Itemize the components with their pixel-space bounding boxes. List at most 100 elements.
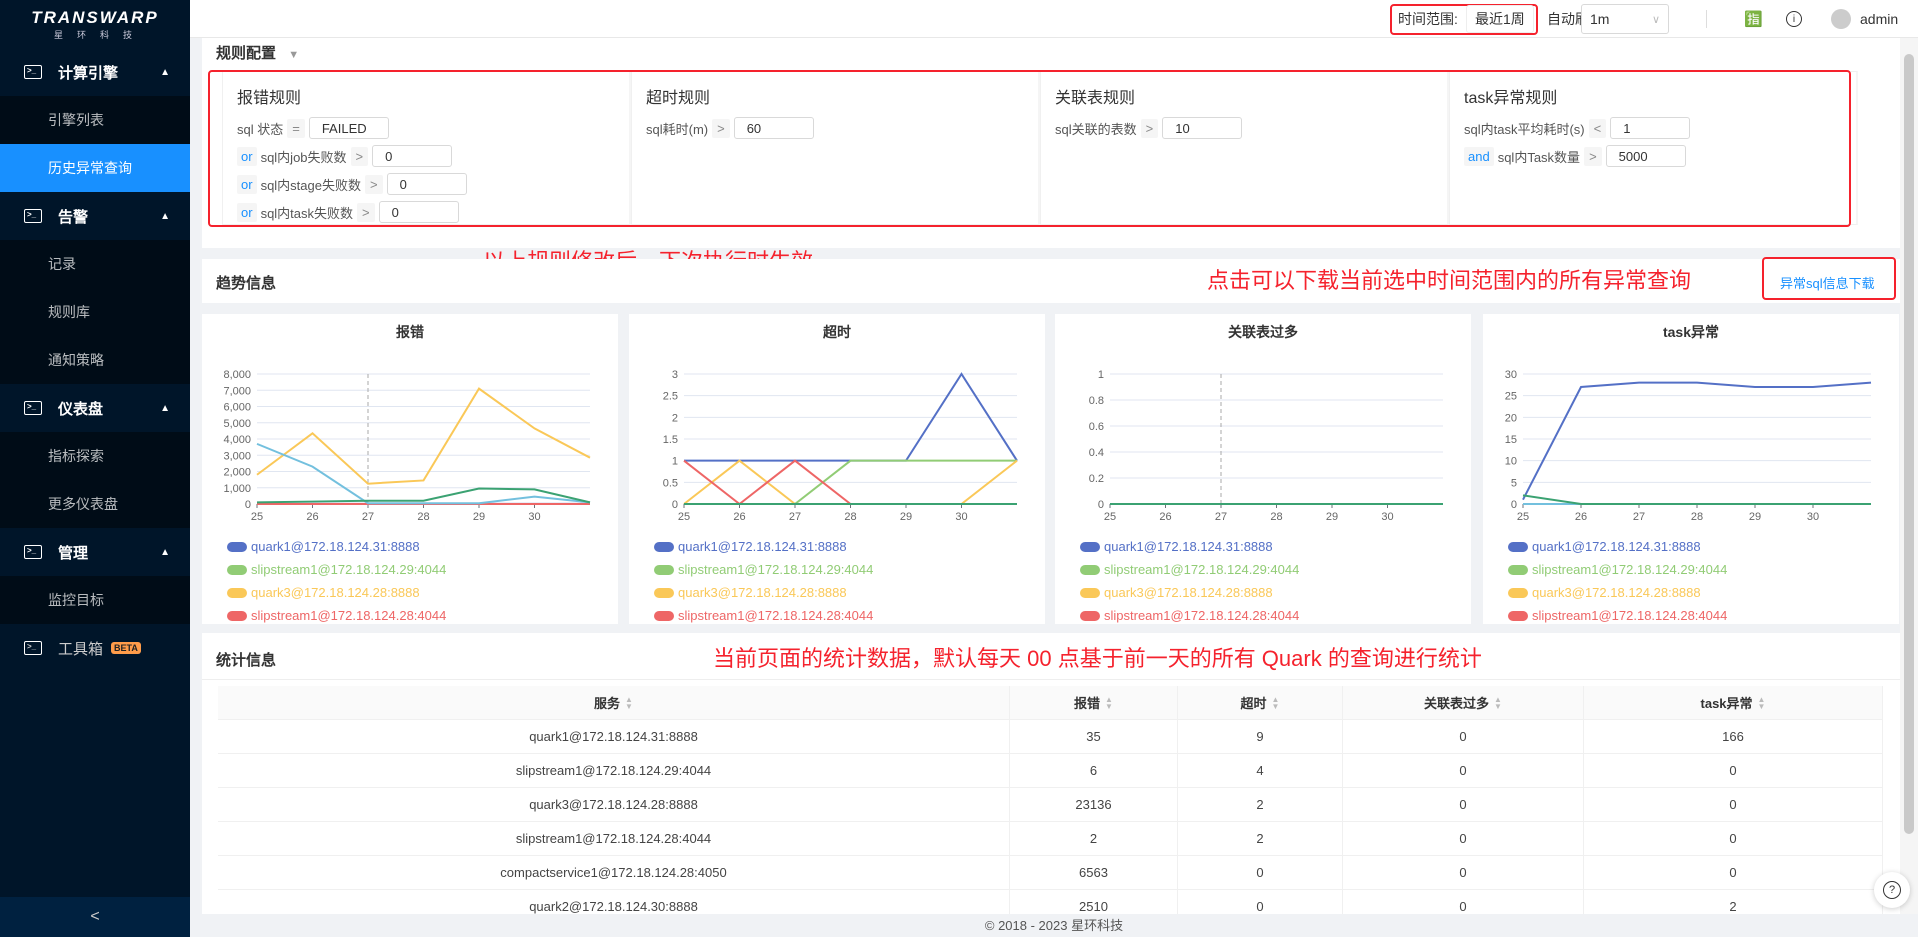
- x-tick-label: 25: [251, 511, 263, 523]
- table-cell: 0: [1584, 822, 1883, 855]
- info-icon[interactable]: i: [1786, 11, 1802, 27]
- legend-item[interactable]: quark3@172.18.124.28:8888: [1080, 585, 1273, 600]
- sidebar-item[interactable]: 通知策略: [0, 336, 190, 384]
- sidebar-group-0[interactable]: >_ 计算引擎 ▲: [0, 48, 190, 96]
- legend-item[interactable]: slipstream1@172.18.124.28:4044: [1508, 608, 1727, 623]
- y-tick-label: 1.5: [663, 434, 678, 446]
- x-tick-label: 26: [1159, 511, 1171, 523]
- sidebar-group-2[interactable]: >_ 仪表盘 ▲: [0, 384, 190, 432]
- annotation-text: 点击可以下载当前选中时间范围内的所有异常查询: [1207, 268, 1692, 293]
- legend-swatch: [227, 610, 247, 621]
- legend-item[interactable]: slipstream1@172.18.124.28:4044: [654, 608, 873, 623]
- sidebar-group-3[interactable]: >_ 管理 ▲: [0, 528, 190, 576]
- sidebar: TRANSWARP 星环科技 >_ 计算引擎 ▲ 引擎列表 历史异常查询 >_ 告警 ▲ 记录规…: [0, 0, 190, 937]
- table-row: slipstream1@172.18.124.29:4044 6 4 0 0: [218, 754, 1883, 788]
- sort-icon[interactable]: ▲ ▼: [1494, 695, 1502, 710]
- table-cell: 0: [1343, 890, 1584, 914]
- legend-item[interactable]: slipstream1@172.18.124.29:4044: [654, 562, 873, 577]
- sort-icon[interactable]: ▲ ▼: [1758, 695, 1766, 710]
- sidebar-item[interactable]: 监控目标: [0, 576, 190, 624]
- y-tick-label: 0: [245, 499, 251, 511]
- caret-down-icon[interactable]: ▼: [288, 49, 299, 61]
- x-tick-label: 28: [1270, 511, 1282, 523]
- y-tick-label: 7,000: [223, 385, 251, 397]
- legend-item[interactable]: slipstream1@172.18.124.29:4044: [227, 562, 446, 577]
- avatar[interactable]: [1831, 9, 1851, 29]
- table-cell: 6563: [1010, 856, 1178, 889]
- legend-item[interactable]: slipstream1@172.18.124.29:4044: [1080, 562, 1299, 577]
- y-tick-label: 20: [1505, 412, 1517, 424]
- table-cell: 166: [1584, 720, 1883, 753]
- legend-item[interactable]: quark3@172.18.124.28:8888: [1508, 585, 1701, 600]
- y-tick-label: 1: [1098, 369, 1104, 381]
- legend-swatch: [1080, 564, 1100, 575]
- table-cell: 2: [1010, 822, 1178, 855]
- y-tick-label: 2: [672, 412, 678, 424]
- table-cell: 4: [1178, 754, 1343, 787]
- column-header[interactable]: 报错 ▲ ▼: [1010, 686, 1178, 719]
- x-tick-label: 26: [306, 511, 318, 523]
- chevron-down-icon: ∨: [1651, 13, 1660, 26]
- sort-icon[interactable]: ▲ ▼: [625, 695, 633, 710]
- user-name[interactable]: admin: [1860, 0, 1898, 38]
- line-chart: 0 0.5 1 1.5 2 2.5 3 25 26 27 28 29 30: [663, 369, 1018, 523]
- chevron-up-icon: ▲: [160, 210, 170, 222]
- logo[interactable]: TRANSWARP 星环科技: [0, 0, 190, 48]
- sidebar-item[interactable]: 引擎列表: [0, 96, 190, 144]
- sidebar-item[interactable]: 历史异常查询: [0, 144, 190, 192]
- column-header[interactable]: 服务 ▲ ▼: [218, 686, 1010, 719]
- sort-icon[interactable]: ▲ ▼: [1105, 695, 1113, 710]
- legend-item[interactable]: quark1@172.18.124.31:8888: [654, 539, 847, 554]
- table-cell: 0: [1343, 720, 1584, 753]
- sidebar-item[interactable]: 指标探索: [0, 432, 190, 480]
- x-tick-label: 30: [1381, 511, 1393, 523]
- sort-icon[interactable]: ▲ ▼: [1272, 695, 1280, 710]
- rules-section: 规则配置 ▼ 报错规则 sql 状态 = FAILED or sql内job失败数 >0 or…: [202, 38, 1900, 248]
- sidebar-item[interactable]: 规则库: [0, 288, 190, 336]
- x-tick-label: 26: [1575, 511, 1587, 523]
- legend-swatch: [654, 610, 674, 621]
- legend-item[interactable]: slipstream1@172.18.124.28:4044: [1080, 608, 1299, 623]
- legend-item[interactable]: slipstream1@172.18.124.29:4044: [1508, 562, 1727, 577]
- x-tick-label: 26: [733, 511, 745, 523]
- sidebar-item[interactable]: 记录: [0, 240, 190, 288]
- table-cell: quark3@172.18.124.28:8888: [218, 788, 1010, 821]
- sidebar-item[interactable]: 更多仪表盘: [0, 480, 190, 528]
- annotation-text: 当前页面的统计数据，默认每天 00 点基于前一天的所有 Quark 的查询进行统…: [713, 646, 1482, 671]
- divider: [1706, 10, 1707, 28]
- y-tick-label: 15: [1505, 434, 1517, 446]
- sidebar-submenu: 指标探索 更多仪表盘: [0, 432, 190, 528]
- table-cell: 0: [1584, 856, 1883, 889]
- legend-item[interactable]: quark1@172.18.124.31:8888: [227, 539, 420, 554]
- download-link[interactable]: 异常sql信息下载: [1780, 273, 1875, 292]
- sidebar-group-1[interactable]: >_ 告警 ▲: [0, 192, 190, 240]
- column-header[interactable]: 关联表过多 ▲ ▼: [1343, 686, 1584, 719]
- footer: © 2018 - 2023 星环科技: [190, 914, 1918, 937]
- auto-refresh-select[interactable]: 1m ∨: [1581, 4, 1669, 34]
- y-tick-label: 30: [1505, 369, 1517, 381]
- y-tick-label: 5: [1511, 477, 1517, 489]
- legend-item[interactable]: quark1@172.18.124.31:8888: [1508, 539, 1701, 554]
- collapse-sidebar-button[interactable]: <: [0, 897, 190, 937]
- column-header[interactable]: 超时 ▲ ▼: [1178, 686, 1343, 719]
- table-cell: 0: [1343, 754, 1584, 787]
- rules-title: 规则配置: [216, 45, 277, 62]
- x-tick-label: 25: [1517, 511, 1529, 523]
- time-range-select[interactable]: 最近1周: [1466, 5, 1534, 33]
- y-tick-label: 0.5: [663, 477, 678, 489]
- column-header[interactable]: task异常 ▲ ▼: [1584, 686, 1883, 719]
- x-tick-label: 27: [1215, 511, 1227, 523]
- translate-icon[interactable]: 🈯: [1744, 0, 1763, 38]
- y-tick-label: 5,000: [223, 418, 251, 430]
- legend-item[interactable]: quark3@172.18.124.28:8888: [227, 585, 420, 600]
- main-content: 规则配置 ▼ 报错规则 sql 状态 = FAILED or sql内job失败数 >0 or…: [190, 38, 1900, 914]
- legend-item[interactable]: quark3@172.18.124.28:8888: [654, 585, 847, 600]
- scrollbar[interactable]: [1900, 38, 1918, 914]
- help-button[interactable]: ?: [1874, 872, 1910, 908]
- sidebar-item-toolbox[interactable]: >_ 工具箱 BETA: [0, 624, 190, 672]
- legend-item[interactable]: slipstream1@172.18.124.28:4044: [227, 608, 446, 623]
- y-tick-label: 1,000: [223, 483, 251, 495]
- terminal-icon: >_: [24, 401, 42, 415]
- legend-item[interactable]: quark1@172.18.124.31:8888: [1080, 539, 1273, 554]
- table-cell: 0: [1343, 822, 1584, 855]
